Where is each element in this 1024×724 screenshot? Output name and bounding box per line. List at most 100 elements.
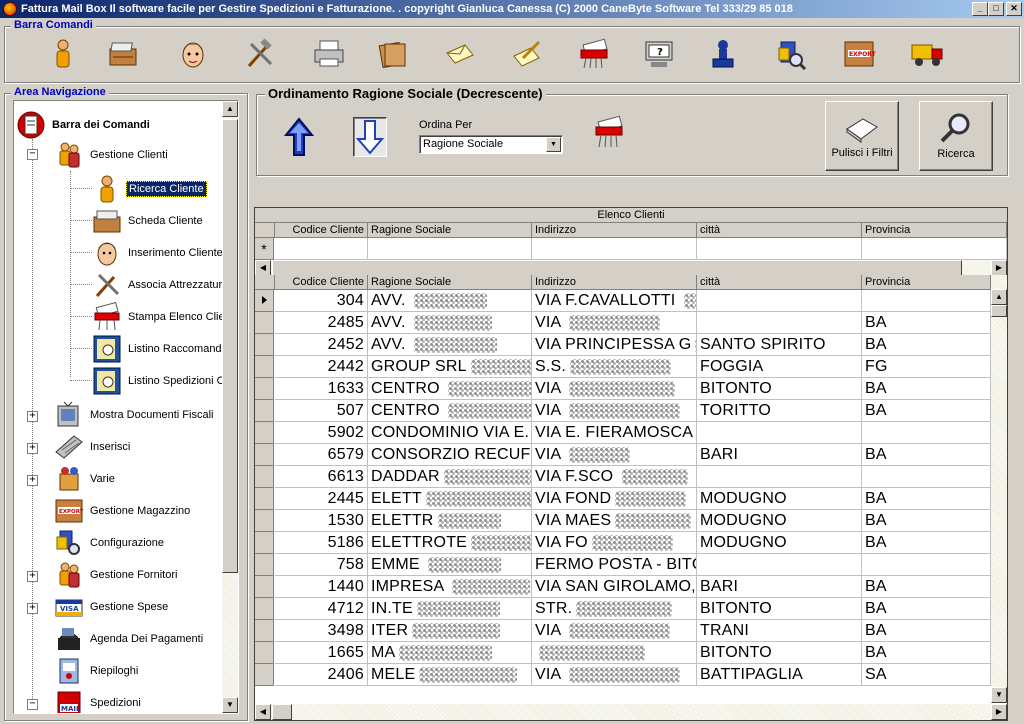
filter-input-codice[interactable] (275, 238, 368, 260)
table-cell[interactable]: IN.TE (368, 598, 532, 620)
table-cell[interactable]: BA (862, 312, 991, 334)
collapse-spedizioni-button[interactable]: − (27, 699, 38, 710)
table-cell[interactable]: BITONTO (697, 642, 862, 664)
row-selector[interactable] (255, 312, 274, 334)
scroll-left-icon[interactable]: ◀ (255, 704, 271, 720)
scroll-down-icon[interactable]: ▼ (991, 687, 1007, 703)
table-cell[interactable] (697, 422, 862, 444)
row-selector[interactable] (255, 400, 274, 422)
filter-input-indirizzo[interactable] (532, 238, 697, 260)
table-cell[interactable]: VIA E. FIERAMOSCA (532, 422, 697, 444)
table-cell[interactable]: VIA F.SCO (532, 466, 697, 488)
app-icon[interactable] (3, 2, 17, 16)
table-cell[interactable]: VIA (532, 444, 697, 466)
row-selector[interactable] (255, 334, 274, 356)
table-cell[interactable]: MODUGNO (697, 510, 862, 532)
tree-item-varie[interactable]: Varie (54, 463, 117, 495)
tree-item-spedizioni[interactable]: MAIL Spedizioni (54, 687, 143, 713)
row-selector[interactable] (255, 378, 274, 400)
print-shredder-icon[interactable] (593, 115, 627, 152)
row-selector[interactable] (255, 664, 274, 686)
table-cell[interactable]: 1530 (275, 510, 368, 532)
tree-item-agenda-pagamenti[interactable]: Agenda Dei Pagamenti (54, 623, 205, 655)
table-cell[interactable]: BA (862, 444, 991, 466)
table-cell[interactable]: BA (862, 642, 991, 664)
table-cell[interactable]: VIA (532, 378, 697, 400)
tree-item-inserisci[interactable]: Inserisci (54, 431, 132, 463)
table-cell[interactable]: VIA FO (532, 532, 697, 554)
row-selector[interactable] (255, 532, 274, 554)
expand-documenti-button[interactable]: + (27, 411, 38, 422)
row-selector[interactable] (255, 444, 274, 466)
table-cell[interactable] (697, 554, 862, 576)
table-cell[interactable]: AVV. (368, 290, 532, 312)
row-selector[interactable] (255, 422, 274, 444)
table-cell[interactable]: ELETTR (368, 510, 532, 532)
table-cell[interactable]: BITONTO (697, 598, 862, 620)
table-cell[interactable]: MODUGNO (697, 488, 862, 510)
row-selector[interactable] (255, 290, 274, 312)
collapse-clienti-button[interactable]: − (27, 149, 38, 160)
table-cell[interactable]: 2406 (275, 664, 368, 686)
close-button[interactable]: ✕ (1006, 2, 1022, 16)
filter-input-ragione[interactable] (368, 238, 532, 260)
table-cell[interactable]: 758 (275, 554, 368, 576)
table-cell[interactable]: MODUGNO (697, 532, 862, 554)
scroll-down-icon[interactable]: ▼ (222, 697, 238, 713)
filter-input-provincia[interactable] (862, 238, 1007, 260)
table-cell[interactable]: VIA MAES (532, 510, 697, 532)
person-icon[interactable] (45, 36, 81, 72)
expand-fornitori-button[interactable]: + (27, 571, 38, 582)
table-cell[interactable] (862, 466, 991, 488)
order-by-select[interactable]: Ragione Sociale ▼ (419, 135, 563, 154)
table-cell[interactable]: 3498 (275, 620, 368, 642)
tree-item-gestione-fornitori[interactable]: Gestione Fornitori (54, 559, 179, 591)
table-cell[interactable]: 5902 (275, 422, 368, 444)
table-cell[interactable]: BA (862, 620, 991, 642)
table-cell[interactable]: 4712 (275, 598, 368, 620)
scroll-thumb[interactable] (991, 305, 1007, 317)
printer-icon[interactable] (311, 36, 347, 72)
table-cell[interactable] (697, 290, 862, 312)
table-cell[interactable]: 2442 (275, 356, 368, 378)
nav-scrollbar[interactable]: ▲ ▼ (222, 101, 238, 713)
table-cell[interactable] (862, 554, 991, 576)
table-cell[interactable]: TORITTO (697, 400, 862, 422)
table-cell[interactable]: DADDAR (368, 466, 532, 488)
table-cell[interactable]: CENTRO (368, 400, 532, 422)
export-crate-icon[interactable]: EXPORT (841, 36, 877, 72)
tools-icon[interactable] (241, 36, 277, 72)
scroll-right-icon[interactable]: ▶ (991, 704, 1007, 720)
table-cell[interactable]: BA (862, 400, 991, 422)
expand-inserisci-button[interactable]: + (27, 443, 38, 454)
table-cell[interactable]: VIA (532, 664, 697, 686)
table-cell[interactable]: CONSORZIO RECUF (368, 444, 532, 466)
scroll-thumb[interactable] (272, 704, 292, 720)
table-cell[interactable]: MA (368, 642, 532, 664)
stamp-icon[interactable] (705, 36, 741, 72)
row-selector[interactable] (255, 356, 274, 378)
col-citta[interactable]: città (697, 275, 862, 290)
tree-item-gestione-spese[interactable]: VISA Gestione Spese (54, 591, 170, 623)
row-selector[interactable] (255, 466, 274, 488)
tree-item-listino-spedizioni[interactable]: Listino Spedizioni Corriere (92, 365, 238, 397)
table-cell[interactable]: BA (862, 378, 991, 400)
table-cell[interactable]: 304 (275, 290, 368, 312)
scroll-right-icon[interactable]: ▶ (991, 260, 1007, 276)
sort-descending-button[interactable] (353, 117, 387, 157)
sort-ascending-button[interactable] (281, 115, 317, 159)
minimize-button[interactable]: _ (972, 2, 988, 16)
table-cell[interactable] (697, 312, 862, 334)
table-cell[interactable]: TRANI (697, 620, 862, 642)
table-cell[interactable]: BITONTO (697, 378, 862, 400)
table-cell[interactable]: BA (862, 510, 991, 532)
table-cell[interactable]: ELETT (368, 488, 532, 510)
table-cell[interactable] (862, 290, 991, 312)
search-box-icon[interactable] (773, 36, 809, 72)
scroll-left-icon[interactable]: ◀ (255, 260, 271, 276)
table-cell[interactable]: VIA (532, 400, 697, 422)
row-selector[interactable] (255, 510, 274, 532)
row-selector[interactable] (255, 620, 274, 642)
table-cell[interactable]: GROUP SRL (368, 356, 532, 378)
table-cell[interactable]: 1633 (275, 378, 368, 400)
